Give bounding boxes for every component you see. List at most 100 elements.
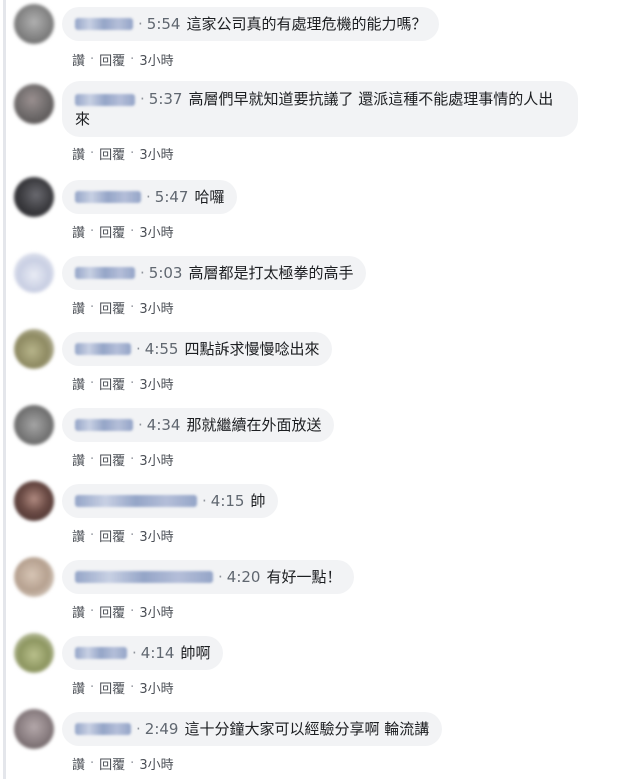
avatar[interactable]: [14, 84, 54, 124]
reply-link[interactable]: 回覆: [99, 450, 125, 469]
comment-age-link[interactable]: 3小時: [139, 298, 173, 317]
comment-time: 5:54: [146, 15, 181, 33]
like-link[interactable]: 讚: [72, 450, 85, 469]
reply-link[interactable]: 回覆: [99, 678, 125, 697]
author-name[interactable]: [75, 419, 133, 431]
author-name[interactable]: [75, 93, 135, 106]
reply-link[interactable]: 回覆: [99, 526, 125, 545]
comment-time: 2:49: [144, 720, 179, 738]
separator-dot: ·: [140, 264, 145, 282]
reply-link[interactable]: 回覆: [99, 374, 125, 393]
like-link[interactable]: 讚: [72, 754, 85, 773]
author-name[interactable]: [75, 571, 213, 583]
separator-dot: ·: [90, 680, 95, 695]
like-link[interactable]: 讚: [72, 374, 85, 393]
comment-actions: 讚 · 回覆 · 3小時: [72, 222, 174, 241]
separator-dot: ·: [136, 340, 141, 358]
separator-dot: ·: [138, 416, 143, 434]
separator-dot: ·: [202, 492, 207, 510]
avatar[interactable]: [14, 405, 54, 445]
comment-actions: 讚 · 回覆 · 3小時: [72, 298, 174, 317]
comment-time: 4:15: [210, 492, 245, 510]
author-name[interactable]: [75, 495, 197, 507]
comment-actions: 讚 · 回覆 · 3小時: [72, 754, 174, 773]
separator-dot: ·: [90, 300, 95, 315]
avatar[interactable]: [14, 177, 54, 217]
separator-dot: ·: [130, 528, 135, 543]
avatar[interactable]: [14, 633, 54, 673]
reply-link[interactable]: 回覆: [99, 298, 125, 317]
comment-text: 那就繼續在外面放送: [186, 416, 322, 434]
comment-item: · 5:37 高層們早就知道要抗議了 還派這種不能處理事情的人出來 讚 · 回覆 ·…: [0, 78, 620, 174]
avatar[interactable]: [14, 481, 54, 521]
avatar[interactable]: [14, 253, 54, 293]
reply-link[interactable]: 回覆: [99, 50, 125, 69]
comment-item: · 5:03 高層都是打太極拳的高手 讚 · 回覆 · 3小時: [0, 251, 620, 327]
comment-text: 四點訴求慢慢唸出來: [184, 340, 320, 358]
comment-time: 5:03: [148, 264, 183, 282]
comment-age-link[interactable]: 3小時: [139, 144, 173, 163]
separator-dot: ·: [130, 52, 135, 67]
separator-dot: ·: [90, 528, 95, 543]
comment-bubble: · 5:03 高層都是打太極拳的高手: [62, 256, 367, 290]
like-link[interactable]: 讚: [72, 678, 85, 697]
separator-dot: ·: [130, 604, 135, 619]
avatar[interactable]: [14, 4, 54, 44]
comment-bubble: · 2:49 這十分鐘大家可以經驗分享啊 輪流講: [62, 712, 443, 746]
comment-actions: 讚 · 回覆 · 3小時: [72, 526, 174, 545]
comment-age-link[interactable]: 3小時: [139, 374, 173, 393]
author-name[interactable]: [75, 191, 141, 203]
separator-dot: ·: [130, 452, 135, 467]
separator-dot: ·: [90, 604, 95, 619]
reply-link[interactable]: 回覆: [99, 602, 125, 621]
separator-dot: ·: [90, 756, 95, 771]
comment-age-link[interactable]: 3小時: [139, 50, 173, 69]
reply-link[interactable]: 回覆: [99, 754, 125, 773]
comment-age-link[interactable]: 3小時: [139, 450, 173, 469]
reply-link[interactable]: 回覆: [99, 222, 125, 241]
comment-text: 高層們早就知道要抗議了 還派這種不能處理事情的人出來: [75, 90, 554, 128]
separator-dot: ·: [90, 224, 95, 239]
like-link[interactable]: 讚: [72, 222, 85, 241]
comment-actions: 讚 · 回覆 · 3小時: [72, 374, 174, 393]
like-link[interactable]: 讚: [72, 602, 85, 621]
comment-bubble: · 5:37 高層們早就知道要抗議了 還派這種不能處理事情的人出來: [62, 81, 578, 137]
comment-age-link[interactable]: 3小時: [139, 222, 173, 241]
avatar[interactable]: [14, 329, 54, 369]
author-name[interactable]: [75, 343, 131, 355]
comment-text: 帥啊: [180, 644, 211, 662]
comment-text: 這十分鐘大家可以經驗分享啊 輪流講: [184, 720, 430, 738]
like-link[interactable]: 讚: [72, 298, 85, 317]
comment-time: 5:37: [148, 90, 183, 108]
like-link[interactable]: 讚: [72, 526, 85, 545]
avatar[interactable]: [14, 709, 54, 749]
separator-dot: ·: [138, 15, 143, 33]
comment-item: · 4:15 帥 讚 · 回覆 · 3小時: [0, 479, 620, 555]
reply-link[interactable]: 回覆: [99, 144, 125, 163]
comment-bubble: · 4:55 四點訴求慢慢唸出來: [62, 332, 333, 366]
separator-dot: ·: [130, 146, 135, 161]
like-link[interactable]: 讚: [72, 144, 85, 163]
author-name[interactable]: [75, 723, 131, 735]
comment-time: 4:55: [144, 340, 179, 358]
separator-dot: ·: [130, 756, 135, 771]
author-name[interactable]: [75, 18, 133, 30]
separator-dot: ·: [146, 188, 151, 206]
comment-text: 這家公司真的有處理危機的能力嗎？: [186, 15, 427, 33]
author-name[interactable]: [75, 647, 127, 659]
separator-dot: ·: [130, 300, 135, 315]
like-link[interactable]: 讚: [72, 50, 85, 69]
separator-dot: ·: [132, 644, 137, 662]
avatar[interactable]: [14, 557, 54, 597]
comment-text: 哈囉: [194, 188, 225, 206]
comment-item: · 2:49 這十分鐘大家可以經驗分享啊 輪流講 讚 · 回覆 · 3小時: [0, 707, 620, 779]
author-name[interactable]: [75, 267, 135, 279]
comment-age-link[interactable]: 3小時: [139, 526, 173, 545]
comment-age-link[interactable]: 3小時: [139, 602, 173, 621]
comment-bubble: · 4:15 帥: [62, 484, 279, 518]
comment-bubble: · 4:14 帥啊: [62, 636, 224, 670]
comment-bubble: · 5:54 這家公司真的有處理危機的能力嗎？: [62, 7, 440, 41]
comment-item: · 5:47 哈囉 讚 · 回覆 · 3小時: [0, 175, 620, 251]
comment-age-link[interactable]: 3小時: [139, 678, 173, 697]
comment-age-link[interactable]: 3小時: [139, 754, 173, 773]
